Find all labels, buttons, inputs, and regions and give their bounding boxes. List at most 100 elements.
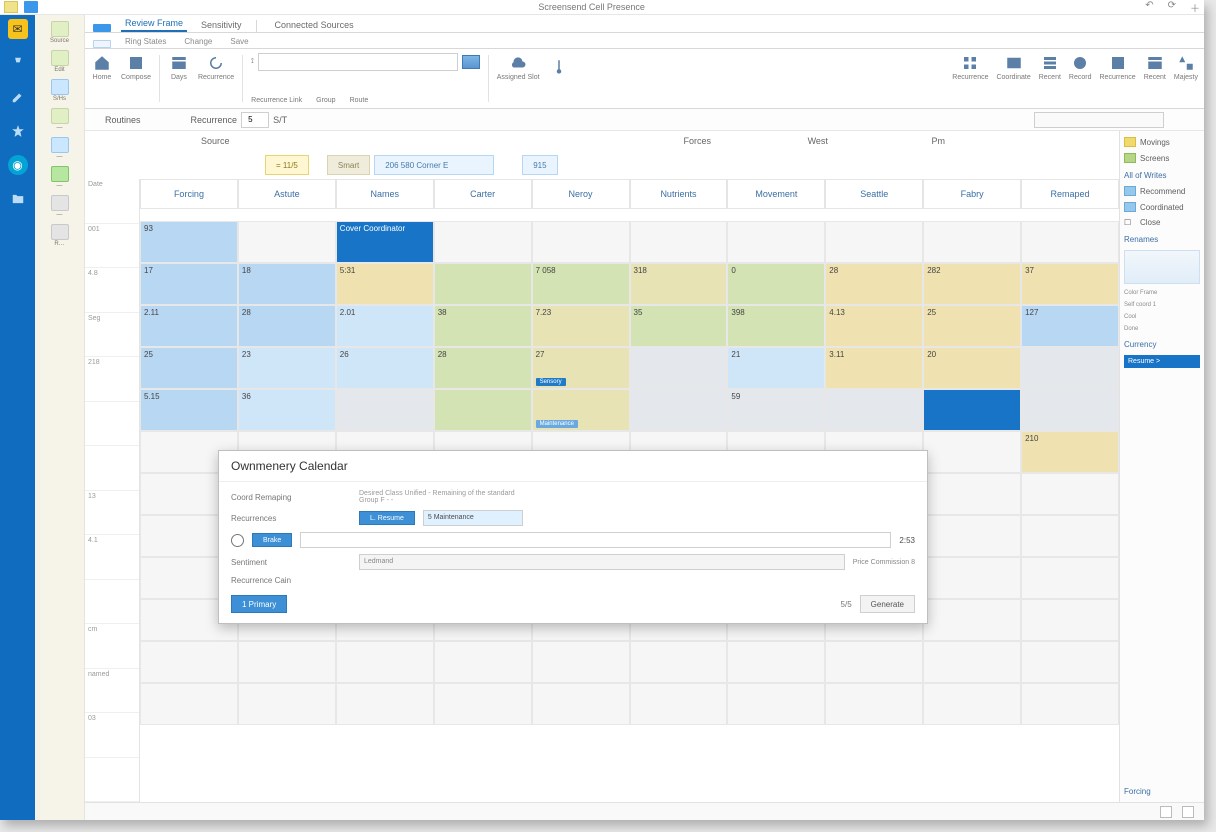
cell[interactable]: 210	[1021, 431, 1119, 473]
rbtn-recurrence[interactable]: Recurrence	[198, 53, 234, 81]
cell[interactable]	[140, 641, 238, 683]
cell[interactable]	[825, 683, 923, 725]
cell[interactable]	[434, 263, 532, 305]
col-header[interactable]: Astute	[238, 179, 336, 209]
cell[interactable]: 38	[434, 305, 532, 347]
cell[interactable]: 5.15	[140, 389, 238, 431]
col-header[interactable]: Fabry	[923, 179, 1021, 209]
sh-seg-val[interactable]	[241, 112, 269, 128]
rail-person-icon[interactable]: ◉	[8, 155, 28, 175]
cell[interactable]	[434, 221, 532, 263]
dlg-chip-maint[interactable]: 5 Maintenance	[423, 510, 523, 526]
rp-movings[interactable]: Movings	[1124, 137, 1200, 147]
nav-rec[interactable]: —	[37, 108, 82, 131]
col-header[interactable]: Nutrients	[630, 179, 728, 209]
col-header[interactable]: Forcing	[140, 179, 238, 209]
col-header[interactable]: Names	[336, 179, 434, 209]
cell[interactable]	[727, 683, 825, 725]
cell[interactable]	[923, 599, 1021, 641]
cell[interactable]: 7 058	[532, 263, 630, 305]
subtab-save[interactable]: Save	[226, 35, 252, 48]
rbtn-route[interactable]: Route	[350, 97, 369, 104]
cell[interactable]: Cover Coordinator	[336, 221, 434, 263]
rail-star-icon[interactable]	[8, 121, 28, 141]
nav-source[interactable]: Source	[37, 21, 82, 44]
ds4[interactable]: 915	[522, 155, 557, 175]
rp-thumb[interactable]	[1124, 250, 1200, 284]
rail-edit-icon[interactable]	[8, 87, 28, 107]
cell[interactable]: 23	[238, 347, 336, 389]
ds1[interactable]: = 11/5	[265, 155, 309, 175]
cell[interactable]	[923, 641, 1021, 683]
cell[interactable]: 398	[727, 305, 825, 347]
nav-people[interactable]: —	[37, 137, 82, 160]
col-header[interactable]: Remaped	[1021, 179, 1119, 209]
cell[interactable]	[630, 683, 728, 725]
cell[interactable]	[630, 389, 728, 431]
cell[interactable]	[434, 683, 532, 725]
view-mode-1[interactable]	[1160, 806, 1172, 818]
dlg-input-main[interactable]	[300, 532, 891, 548]
refresh-icon[interactable]: ⟳	[1168, 0, 1176, 15]
rr4[interactable]: Record	[1069, 53, 1092, 81]
cell[interactable]	[1021, 515, 1119, 557]
rbtn-group[interactable]: Group	[316, 97, 335, 104]
cell[interactable]	[1021, 557, 1119, 599]
cell[interactable]	[238, 221, 336, 263]
ribbon-tab-review[interactable]: Review Frame	[121, 16, 187, 32]
rail-cut-icon[interactable]	[8, 53, 28, 73]
cell[interactable]	[336, 683, 434, 725]
cell[interactable]	[727, 641, 825, 683]
cell[interactable]: 18	[238, 263, 336, 305]
rp-a3[interactable]: ☐Close	[1124, 218, 1200, 227]
rp-selected[interactable]: Resume >	[1124, 355, 1200, 368]
cell[interactable]	[1021, 599, 1119, 641]
cell[interactable]	[923, 515, 1021, 557]
rbtn-days[interactable]: Days	[168, 53, 190, 81]
cell[interactable]: 35	[630, 305, 728, 347]
rr1[interactable]: Recurrence	[952, 53, 988, 81]
cell[interactable]: 17	[140, 263, 238, 305]
ds3[interactable]: 206 580 Corner E	[374, 155, 494, 175]
cell[interactable]: 37	[1021, 263, 1119, 305]
cell[interactable]: 20	[923, 347, 1021, 389]
nav-chat[interactable]: —	[37, 166, 82, 189]
rr3[interactable]: Recent	[1039, 53, 1061, 81]
cell[interactable]: Maintenance	[532, 389, 630, 431]
cell[interactable]	[825, 389, 923, 431]
cell[interactable]	[923, 683, 1021, 725]
subtab-change[interactable]: Change	[180, 35, 216, 48]
address-input[interactable]	[258, 53, 458, 71]
cell[interactable]	[434, 641, 532, 683]
dlg-chip-resume[interactable]: L. Resume	[359, 511, 415, 525]
rail-folder-icon[interactable]	[8, 189, 28, 209]
rr7[interactable]: Majesty	[1174, 53, 1198, 81]
cell[interactable]: 59	[727, 389, 825, 431]
rp-a1[interactable]: Recommend	[1124, 186, 1200, 196]
cell[interactable]	[336, 389, 434, 431]
cell[interactable]	[1021, 641, 1119, 683]
cell[interactable]	[336, 641, 434, 683]
rr5[interactable]: Recurrence	[1100, 53, 1136, 81]
cell[interactable]	[923, 221, 1021, 263]
rail-mail-icon[interactable]: ✉	[8, 19, 28, 39]
cell[interactable]	[532, 221, 630, 263]
search-box[interactable]	[1034, 112, 1164, 128]
col-header[interactable]: Movement	[727, 179, 825, 209]
cell[interactable]	[630, 641, 728, 683]
ribbon-tab-connected[interactable]: Connected Sources	[271, 18, 358, 32]
nav-edit[interactable]: Edit	[37, 50, 82, 73]
history-back-icon[interactable]: ↶	[1145, 0, 1153, 15]
dlg-primary-button[interactable]: 1 Primary	[231, 595, 287, 613]
rbtn-compose[interactable]: Compose	[121, 53, 151, 81]
go-button[interactable]	[462, 55, 480, 69]
rbtn-therm[interactable]	[548, 57, 570, 78]
cell[interactable]	[140, 683, 238, 725]
cell[interactable]: 36	[238, 389, 336, 431]
rp-a2[interactable]: Coordinated	[1124, 202, 1200, 212]
cell[interactable]: 25	[140, 347, 238, 389]
cell[interactable]: 3.11	[825, 347, 923, 389]
cell[interactable]: 27Sensory	[532, 347, 630, 389]
cell[interactable]: 0	[727, 263, 825, 305]
cell[interactable]: 93	[140, 221, 238, 263]
